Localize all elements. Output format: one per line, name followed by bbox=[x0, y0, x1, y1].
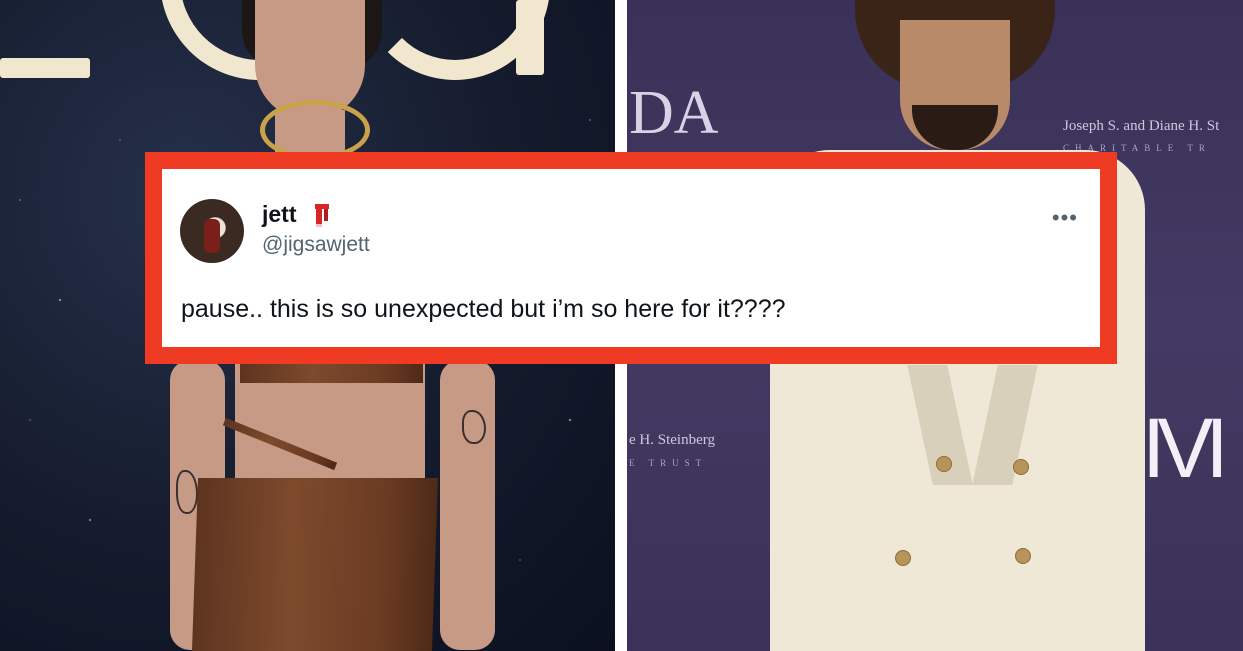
scarf-icon bbox=[315, 204, 329, 227]
gold-necklace bbox=[260, 100, 370, 160]
tweet-text: pause.. this is so unexpected but i’m so… bbox=[181, 295, 786, 323]
user-handle[interactable]: @jigsawjett bbox=[262, 233, 370, 257]
tweet-card: jett @jigsawjett ••• pause.. this is so … bbox=[162, 169, 1100, 347]
jacket-button bbox=[936, 456, 952, 472]
arm-tattoo bbox=[176, 470, 198, 514]
backdrop-logo-text: DA bbox=[629, 79, 719, 147]
backdrop-logo-text: IVI bbox=[1142, 401, 1229, 495]
tweet-highlight-frame: jett @jigsawjett ••• pause.. this is so … bbox=[145, 152, 1117, 364]
leather-skirt bbox=[191, 478, 439, 651]
jacket-button bbox=[895, 550, 911, 566]
display-name[interactable]: jett bbox=[262, 201, 297, 228]
sponsor-subtext: E TRUST bbox=[629, 458, 708, 468]
jacket-button bbox=[1015, 548, 1031, 564]
backdrop-logo-bar bbox=[0, 58, 90, 78]
sponsor-text: e H. Steinberg bbox=[629, 432, 715, 448]
arm-tattoo bbox=[462, 410, 486, 444]
avatar[interactable] bbox=[180, 199, 244, 263]
crop-top bbox=[240, 363, 423, 383]
right-arm bbox=[440, 360, 495, 650]
jacket-button bbox=[1013, 459, 1029, 475]
backdrop-logo-bar bbox=[516, 0, 544, 75]
more-horizontal-icon[interactable]: ••• bbox=[1052, 207, 1078, 229]
